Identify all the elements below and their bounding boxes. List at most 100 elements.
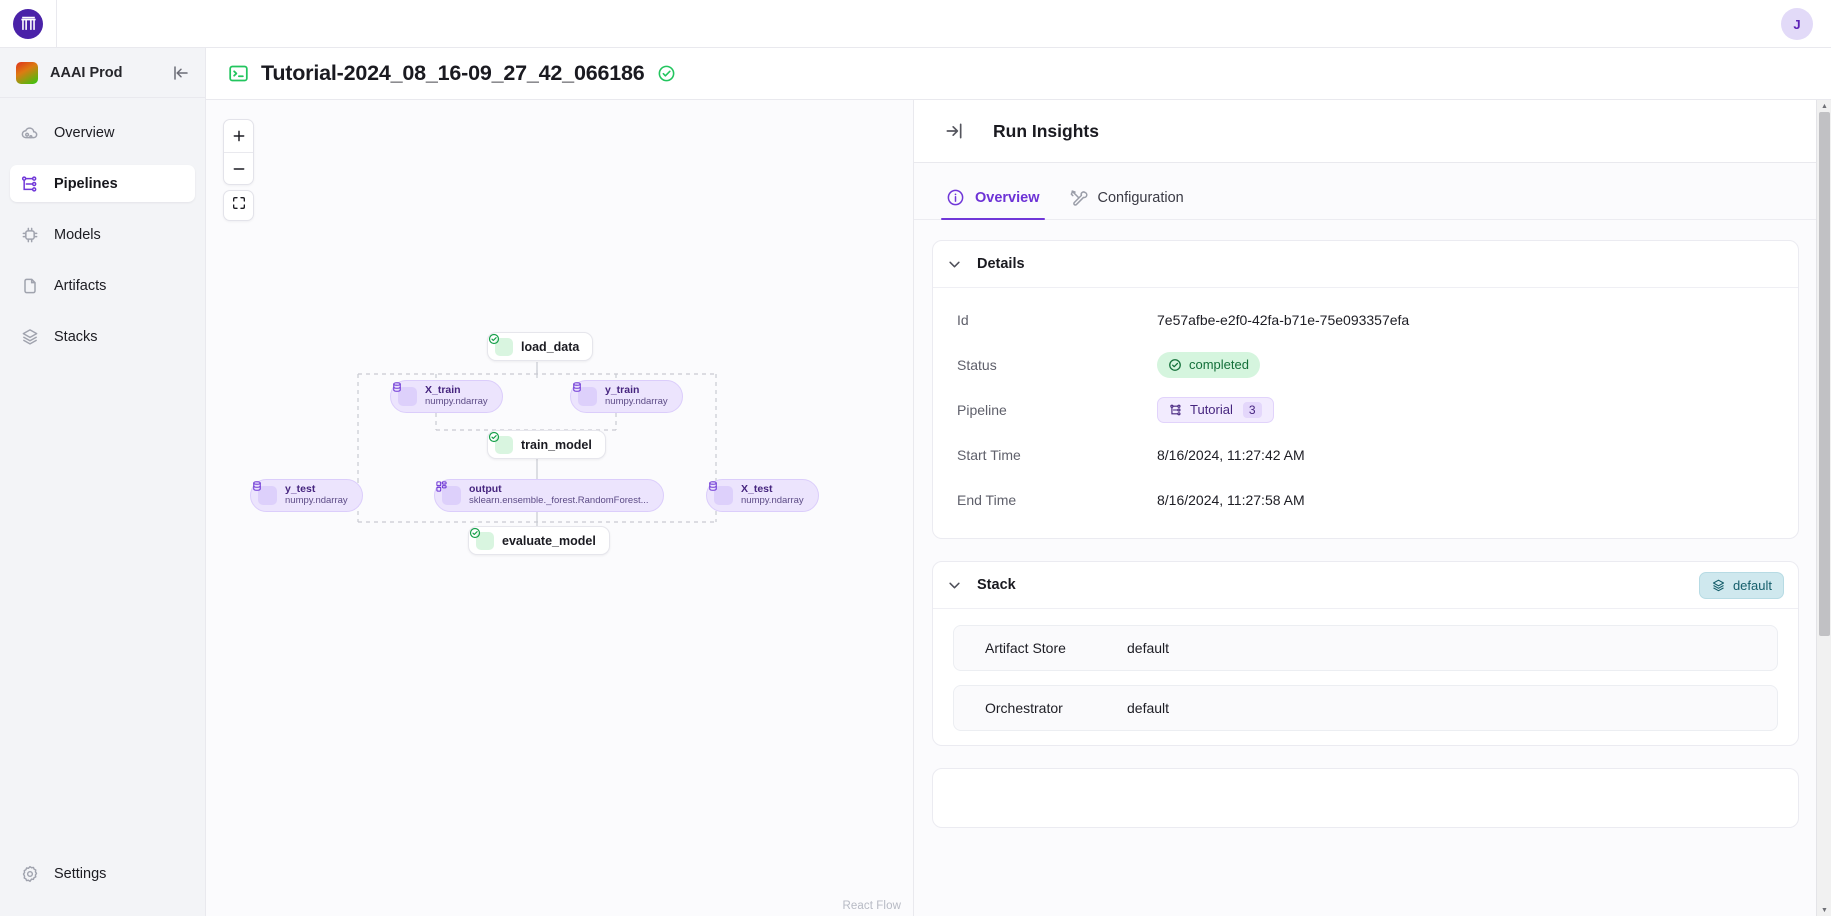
pipeline-run-count: 3 [1243,402,1262,418]
sidebar-item-label: Settings [54,866,106,882]
sidebar-item-overview[interactable]: Overview [10,114,195,151]
gear-icon [20,864,40,884]
dag-graph: load_data train_model evaluate_model [206,100,914,916]
detail-key: Start Time [957,447,1157,463]
check-circle-icon [495,338,513,356]
sidebar-item-label: Artifacts [54,278,106,294]
sidebar-nav: Overview Pipelines [0,98,205,355]
sidebar-item-label: Overview [54,125,114,141]
dag-artifact-node[interactable]: X_test numpy.ndarray [706,479,819,512]
tab-label: Overview [975,190,1040,206]
project-selector[interactable]: AAAI Prod [0,48,205,98]
dag-step-name: train_model [521,438,592,452]
stack-component-value: default [1127,640,1169,656]
detail-value: 8/16/2024, 11:27:42 AM [1157,447,1305,463]
dag-artifact-node[interactable]: y_test numpy.ndarray [250,479,363,512]
dag-artifact-node[interactable]: X_train numpy.ndarray [390,380,503,413]
top-bar: J [0,0,1831,48]
detail-row-start-time: Start Time 8/16/2024, 11:27:42 AM [933,432,1798,477]
dag-artifact-type: numpy.ndarray [605,397,668,408]
scrollbar-thumb[interactable] [1819,112,1830,636]
chip-models-icon [20,225,40,245]
details-card-title: Details [977,256,1025,272]
insights-body: Details Id 7e57afbe-e2f0-42fa-b71e-75e09… [914,220,1817,828]
sidebar-item-label: Stacks [54,329,98,345]
details-card: Details Id 7e57afbe-e2f0-42fa-b71e-75e09… [932,240,1799,539]
pipeline-badge[interactable]: Tutorial 3 [1157,397,1274,423]
scroll-up-arrow-icon[interactable]: ▲ [1817,100,1831,112]
detail-row-id: Id 7e57afbe-e2f0-42fa-b71e-75e093357efa [933,297,1798,342]
tab-configuration[interactable]: Configuration [1067,188,1186,219]
stack-badge-label: default [1733,578,1772,593]
stack-badge[interactable]: default [1699,572,1784,599]
next-card-partial [932,768,1799,828]
info-circle-icon [946,188,965,207]
stack-component-key: Artifact Store [985,640,1127,656]
sidebar-item-pipelines[interactable]: Pipelines [10,165,195,202]
status-label: completed [1189,357,1249,372]
zenml-gate-logo-icon [13,9,43,39]
run-insights-panel: Run Insights Overview Configurati [914,100,1817,916]
file-artifacts-icon [20,276,40,296]
sidebar-item-models[interactable]: Models [10,216,195,253]
project-name: AAAI Prod [50,65,159,81]
detail-key: Id [957,312,1157,328]
stack-components: Artifact Store default Orchestrator defa… [933,609,1798,731]
sidebar-item-stacks[interactable]: Stacks [10,318,195,355]
detail-key: Status [957,357,1157,373]
stack-component-row[interactable]: Orchestrator default [953,685,1778,731]
detail-key: End Time [957,492,1157,508]
stack-card-header[interactable]: Stack default [933,562,1798,609]
database-artifact-icon [398,387,417,406]
detail-value: Tutorial 3 [1157,397,1274,423]
tools-wrench-icon [1069,188,1088,207]
dag-step-node[interactable]: train_model [487,430,606,459]
stack-card-title: Stack [977,577,1016,593]
stack-component-row[interactable]: Artifact Store default [953,625,1778,671]
database-artifact-icon [714,486,733,505]
page-title: Tutorial-2024_08_16-09_27_42_066186 [261,61,645,86]
layers-stacks-icon [1711,578,1726,593]
scroll-down-arrow-icon[interactable]: ▼ [1817,904,1831,916]
chevron-down-icon[interactable] [947,578,962,593]
detail-value: completed [1157,352,1260,378]
sidebar-item-settings[interactable]: Settings [10,855,196,892]
insights-tabs: Overview Configuration [914,163,1817,220]
details-card-header[interactable]: Details [933,241,1798,288]
dag-artifact-node[interactable]: output sklearn.ensemble._forest.RandomFo… [434,479,664,512]
dag-artifact-type: numpy.ndarray [741,496,804,507]
dag-step-name: evaluate_model [502,534,596,548]
sidebar-item-artifacts[interactable]: Artifacts [10,267,195,304]
sidebar-item-label: Pipelines [54,176,118,192]
dag-artifact-type: numpy.ndarray [285,496,348,507]
tab-overview[interactable]: Overview [944,188,1042,219]
dag-artifact-node[interactable]: y_train numpy.ndarray [570,380,683,413]
stack-component-key: Orchestrator [985,700,1127,716]
dag-step-node[interactable]: load_data [487,332,593,361]
detail-row-status: Status completed [933,342,1798,387]
chevron-down-icon[interactable] [947,257,962,272]
detail-key: Pipeline [957,402,1157,418]
collapse-sidebar-icon[interactable] [171,63,191,83]
detail-row-pipeline: Pipeline Tutorial [933,387,1798,432]
layers-stacks-icon [20,327,40,347]
stack-component-value: default [1127,700,1169,716]
tab-label: Configuration [1098,190,1184,206]
run-insights-header: Run Insights [914,100,1817,163]
run-insights-title: Run Insights [993,121,1099,142]
project-color-swatch [16,62,38,84]
pipeline-badge-label: Tutorial [1190,402,1233,417]
dag-step-name: load_data [521,340,579,354]
expand-panel-icon[interactable] [944,121,964,141]
dag-artifact-type: numpy.ndarray [425,397,488,408]
app-logo[interactable] [0,0,57,48]
sidebar-item-label: Models [54,227,101,243]
vertical-scrollbar[interactable]: ▲ ▼ [1816,100,1831,916]
dag-canvas[interactable]: load_data train_model evaluate_model [206,100,914,916]
model-artifact-icon [442,486,461,505]
avatar[interactable]: J [1781,8,1813,40]
cloud-overview-icon [20,123,40,143]
terminal-icon [228,63,249,84]
pipeline-graph-icon [20,174,40,194]
dag-step-node[interactable]: evaluate_model [468,526,610,555]
